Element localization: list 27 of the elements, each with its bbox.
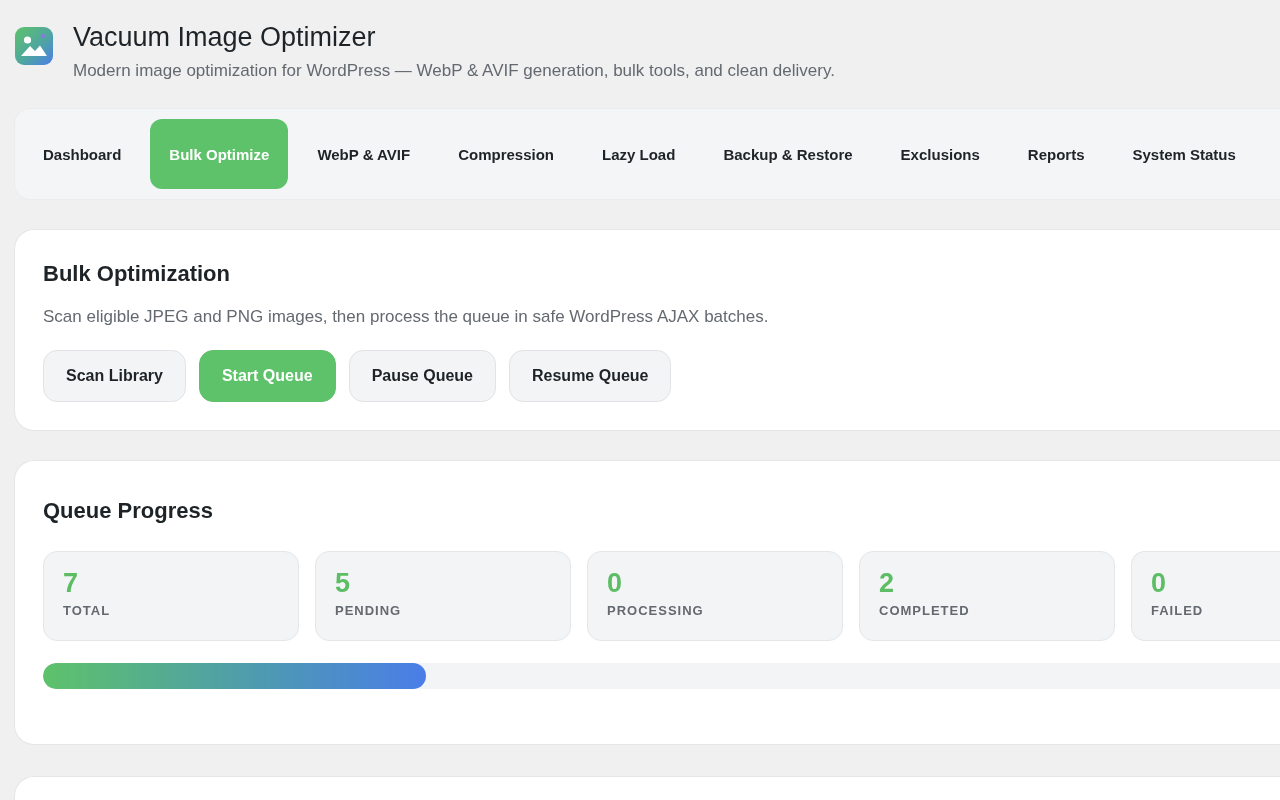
stat-value: 2 — [879, 567, 896, 599]
action-button[interactable]: Pause Queue — [348, 350, 496, 402]
action-button[interactable]: Resume Queue — [509, 350, 672, 402]
app-subtitle: Modern image optimization for WordPress — WebP & AVIF generation, bulk tools, and clean delivery. — [73, 61, 835, 81]
app-title: Vacuum Image Optimizer — [73, 21, 377, 53]
section-title: Queue Progress — [43, 497, 214, 525]
stat-label: COMPLETED — [879, 603, 971, 619]
stat-label: PENDING — [335, 603, 403, 619]
nav-tab[interactable]: Exclusions — [881, 119, 999, 189]
stat-label: PROCESSING — [607, 603, 705, 619]
stat-value: 7 — [63, 567, 80, 599]
nav-tab[interactable]: Reports — [1008, 119, 1104, 189]
section-description: Scan eligible JPEG and PNG images, then process the queue in safe WordPress AJAX batches. — [43, 306, 770, 328]
nav-tab[interactable]: System Status — [1113, 119, 1255, 189]
stat-value: 0 — [1151, 567, 1168, 599]
nav-tab[interactable]: Backup & Restore — [704, 119, 872, 189]
stat-label: FAILED — [1151, 603, 1205, 619]
nav-tab[interactable]: WebP & AVIF — [298, 119, 430, 189]
stat-value: 0 — [607, 567, 624, 599]
section-title: Bulk Optimization — [43, 260, 231, 288]
stat-value: 5 — [335, 567, 352, 599]
action-button[interactable]: Scan Library — [43, 350, 186, 402]
stat-label: TOTAL — [63, 603, 112, 619]
nav-tab[interactable]: Compression — [439, 119, 574, 189]
app-logo-icon — [15, 27, 53, 65]
nav-tab[interactable]: Lazy Load — [583, 119, 695, 189]
nav-tab[interactable]: Dashboard — [24, 119, 141, 189]
